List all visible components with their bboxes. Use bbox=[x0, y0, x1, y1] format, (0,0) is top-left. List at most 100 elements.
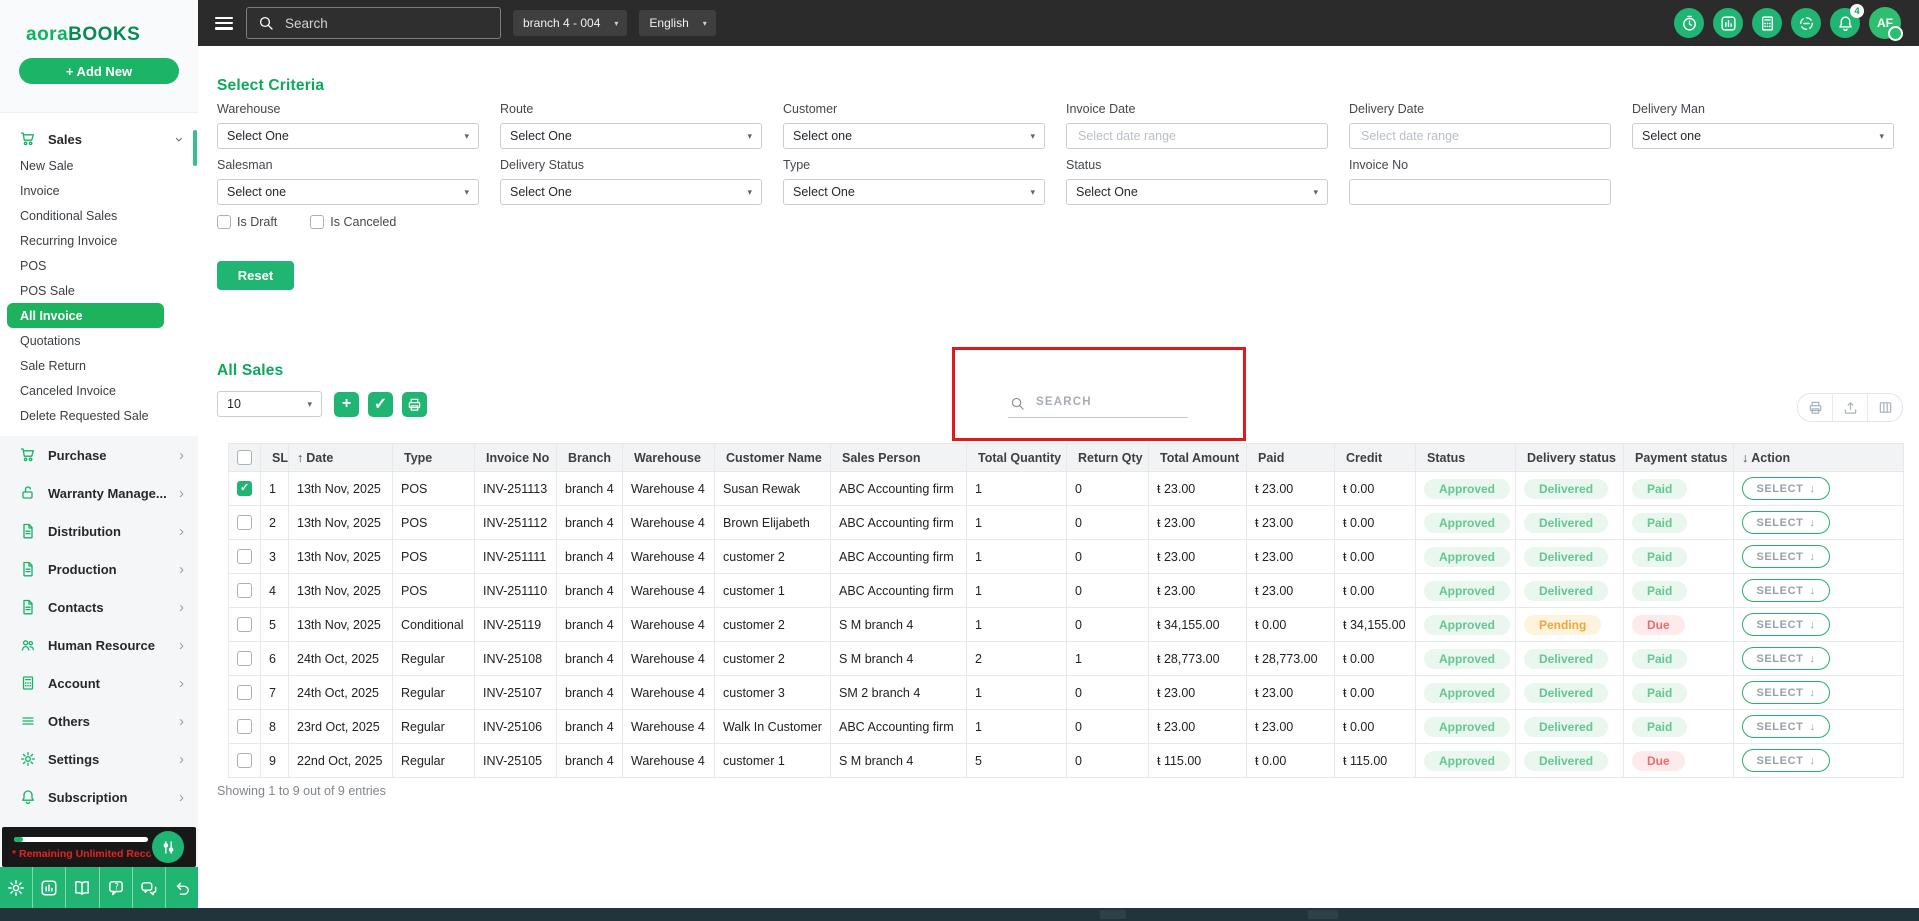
column-header[interactable]: Paid bbox=[1246, 443, 1335, 472]
column-header[interactable]: Credit bbox=[1334, 443, 1416, 472]
row-checkbox[interactable] bbox=[237, 515, 252, 530]
filter-field[interactable]: Select one ▾ bbox=[217, 179, 479, 205]
page-size-select[interactable]: 10 ▾ bbox=[217, 391, 322, 417]
column-header[interactable]: Customer Name bbox=[714, 443, 831, 472]
sidebar-section-sales[interactable]: Sales › bbox=[0, 125, 198, 153]
sidebar-item[interactable]: Invoice bbox=[0, 178, 198, 203]
reset-button[interactable]: Reset bbox=[217, 261, 294, 290]
column-header[interactable]: Sales Person bbox=[830, 443, 967, 472]
add-new-button[interactable]: + Add New bbox=[19, 58, 179, 84]
quickbar-button[interactable] bbox=[33, 867, 67, 908]
filter-field[interactable]: ▾ bbox=[1349, 179, 1611, 205]
row-action-button[interactable]: SELECT ↓ bbox=[1742, 613, 1830, 636]
menu-icon[interactable] bbox=[215, 16, 233, 30]
column-header[interactable]: Return Qty bbox=[1066, 443, 1149, 472]
column-header[interactable]: Status bbox=[1415, 443, 1516, 472]
topbar-icon-button[interactable] bbox=[1791, 8, 1821, 38]
sidebar-section[interactable]: Purchase › bbox=[0, 436, 198, 474]
row-action-button[interactable]: SELECT ↓ bbox=[1742, 477, 1830, 500]
sidebar-section[interactable]: Distribution › bbox=[0, 512, 198, 550]
print-table-button[interactable] bbox=[1798, 394, 1833, 421]
row-checkbox[interactable] bbox=[237, 753, 252, 768]
filter-field[interactable]: ▾ bbox=[1349, 123, 1611, 149]
row-action-button[interactable]: SELECT ↓ bbox=[1742, 681, 1830, 704]
row-checkbox[interactable] bbox=[237, 651, 252, 666]
quickbar-button[interactable] bbox=[0, 867, 34, 908]
column-header[interactable]: Warehouse bbox=[622, 443, 715, 472]
filter-field[interactable]: Select one ▾ bbox=[1632, 123, 1894, 149]
sidebar-item[interactable]: Recurring Invoice bbox=[0, 228, 198, 253]
sidebar-item[interactable]: New Sale bbox=[0, 153, 198, 178]
row-action-button[interactable]: SELECT ↓ bbox=[1742, 647, 1830, 670]
approve-button[interactable]: ✓ bbox=[368, 391, 393, 417]
table-search-input[interactable] bbox=[1032, 392, 1192, 418]
sidebar-section[interactable]: Settings › bbox=[0, 740, 198, 778]
quickbar-button[interactable] bbox=[133, 867, 166, 908]
topbar-icon-button[interactable] bbox=[1752, 8, 1782, 38]
row-checkbox[interactable] bbox=[237, 481, 252, 496]
column-header[interactable]: Payment status bbox=[1623, 443, 1734, 472]
quickbar-button[interactable] bbox=[100, 867, 133, 908]
row-action-button[interactable]: SELECT ↓ bbox=[1742, 749, 1830, 772]
criteria-checkbox[interactable]: Is Canceled bbox=[310, 215, 396, 229]
criteria-checkbox[interactable]: Is Draft bbox=[217, 215, 277, 229]
sidebar-section[interactable]: Account › bbox=[0, 664, 198, 702]
column-header[interactable]: Invoice No bbox=[474, 443, 557, 472]
filter-field[interactable]: Select One ▾ bbox=[217, 123, 479, 149]
branch-select[interactable]: branch 4 - 004 ▾ bbox=[513, 10, 628, 36]
sidebar-item[interactable]: Sale Return bbox=[0, 353, 198, 378]
sidebar-item[interactable]: Conditional Sales bbox=[0, 203, 198, 228]
notifications-button[interactable]: 4 bbox=[1830, 4, 1864, 38]
column-header[interactable]: ↓ Action bbox=[1733, 443, 1904, 472]
column-header[interactable]: Total Quantity bbox=[966, 443, 1067, 472]
select-all-checkbox[interactable] bbox=[237, 450, 252, 465]
preferences-button[interactable] bbox=[152, 831, 184, 863]
column-header[interactable]: Total Amount bbox=[1148, 443, 1247, 472]
column-header[interactable]: SL bbox=[260, 443, 289, 472]
quickbar-button[interactable] bbox=[66, 867, 100, 908]
row-action-button[interactable]: SELECT ↓ bbox=[1742, 511, 1830, 534]
sidebar-section[interactable]: Contacts › bbox=[0, 588, 198, 626]
sidebar-section[interactable]: Others › bbox=[0, 702, 198, 740]
avatar[interactable]: AF bbox=[1869, 7, 1903, 41]
sidebar-item[interactable]: Quotations bbox=[0, 328, 198, 353]
sidebar-item[interactable]: POS Sale bbox=[0, 278, 198, 303]
column-header[interactable]: Type bbox=[392, 443, 475, 472]
topbar-icon-button[interactable] bbox=[1713, 8, 1743, 38]
row-action-button[interactable]: SELECT ↓ bbox=[1742, 715, 1830, 738]
filter-field[interactable]: Select One ▾ bbox=[500, 123, 762, 149]
row-checkbox[interactable] bbox=[237, 719, 252, 734]
sidebar-item[interactable]: POS bbox=[0, 253, 198, 278]
quickbar-button[interactable] bbox=[166, 867, 198, 908]
column-header[interactable]: Branch bbox=[556, 443, 623, 472]
filter-field[interactable]: Select One ▾ bbox=[1066, 179, 1328, 205]
row-action-button[interactable]: SELECT ↓ bbox=[1742, 579, 1830, 602]
sidebar-item[interactable]: Canceled Invoice bbox=[0, 378, 198, 403]
filter-field[interactable]: ▾ bbox=[1066, 123, 1328, 149]
filter-field[interactable]: Select One ▾ bbox=[500, 179, 762, 205]
add-sale-button[interactable]: + bbox=[334, 391, 359, 417]
column-header[interactable]: Delivery status bbox=[1515, 443, 1624, 472]
column-header[interactable]: ↑ Date bbox=[288, 443, 393, 472]
sidebar-section[interactable]: Warranty Manage... › bbox=[0, 474, 198, 512]
filter-input[interactable] bbox=[1359, 128, 1601, 144]
topbar-icon-button[interactable] bbox=[1674, 8, 1704, 38]
select-all-header[interactable] bbox=[228, 443, 261, 472]
row-checkbox[interactable] bbox=[237, 617, 252, 632]
sidebar-section[interactable]: Production › bbox=[0, 550, 198, 588]
sidebar-item[interactable]: Delete Requested Sale bbox=[0, 403, 198, 428]
row-checkbox[interactable] bbox=[237, 583, 252, 598]
columns-button[interactable] bbox=[1868, 394, 1902, 421]
taskbar-item[interactable] bbox=[1100, 910, 1126, 919]
filter-input[interactable] bbox=[1076, 128, 1318, 144]
taskbar-item[interactable] bbox=[1308, 910, 1338, 919]
export-button[interactable] bbox=[1833, 394, 1868, 421]
filter-field[interactable]: Select one ▾ bbox=[783, 123, 1045, 149]
filter-input[interactable] bbox=[1359, 184, 1601, 200]
row-checkbox[interactable] bbox=[237, 549, 252, 564]
language-select[interactable]: English ▾ bbox=[639, 10, 716, 36]
sidebar-item[interactable]: All Invoice bbox=[7, 303, 164, 328]
sidebar-section[interactable]: Subscription › bbox=[0, 778, 198, 816]
row-action-button[interactable]: SELECT ↓ bbox=[1742, 545, 1830, 568]
filter-field[interactable]: Select One ▾ bbox=[783, 179, 1045, 205]
